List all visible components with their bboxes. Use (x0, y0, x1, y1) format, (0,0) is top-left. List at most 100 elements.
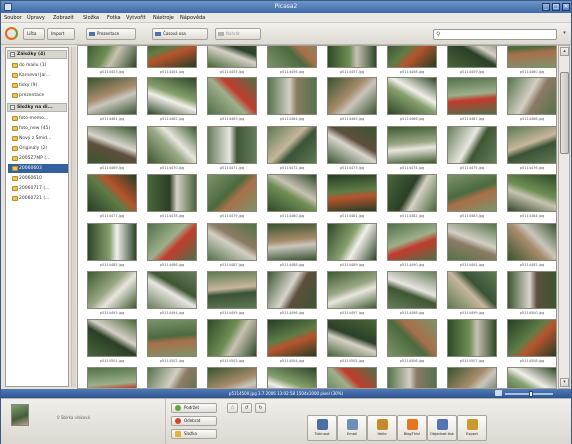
photo-thumbnail[interactable] (144, 367, 200, 388)
photo-image[interactable] (267, 77, 317, 115)
photo-image[interactable] (87, 77, 137, 115)
photo-image[interactable] (447, 174, 497, 212)
photo-thumbnail[interactable]: p5114502.jpg (144, 319, 200, 366)
photo-image[interactable] (447, 77, 497, 115)
photo-image[interactable] (207, 174, 257, 212)
photo-image[interactable] (267, 126, 317, 164)
photo-thumbnail[interactable]: p5114464.jpg (264, 77, 320, 124)
photo-thumbnail[interactable]: p5114500.jpg (504, 271, 556, 318)
photo-thumbnail[interactable]: p5114503.jpg (204, 319, 260, 366)
photo-thumbnail[interactable]: p5114493.jpg (84, 271, 140, 318)
photo-thumbnail[interactable]: p5114456.jpg (264, 46, 320, 77)
photo-thumbnail[interactable]: p5114470.jpg (144, 126, 200, 173)
blogger-button[interactable]: BlogThis! (397, 415, 427, 441)
photo-thumbnail[interactable]: p5114497.jpg (324, 271, 380, 318)
photo-image[interactable] (387, 367, 437, 388)
email-button[interactable]: Email (337, 415, 367, 441)
sidebar-toggle-button[interactable]: Lišta (23, 28, 45, 40)
photo-thumbnail[interactable]: p5114463.jpg (204, 77, 260, 124)
collapse-icon[interactable]: − (10, 52, 15, 57)
photo-thumbnail[interactable]: p5114505.jpg (324, 319, 380, 366)
photo-thumbnail[interactable]: p5114492.jpg (504, 223, 556, 270)
photo-thumbnail[interactable]: p5114507.jpg (444, 319, 500, 366)
close-button[interactable]: × (562, 3, 570, 11)
photo-image[interactable] (447, 319, 497, 357)
chat-button[interactable]: Hello (367, 415, 397, 441)
photo-image[interactable] (87, 126, 137, 164)
photo-thumbnail[interactable]: p5114460.jpg (504, 46, 556, 77)
hold-button[interactable]: Podržet (171, 403, 217, 413)
photo-thumbnail[interactable]: p5114471.jpg (204, 126, 260, 173)
photo-image[interactable] (447, 271, 497, 309)
photo-image[interactable] (507, 174, 556, 212)
photo-thumbnail[interactable]: p5114491.jpg (444, 223, 500, 270)
photo-image[interactable] (327, 367, 377, 388)
photo-image[interactable] (147, 46, 197, 68)
tray-thumbnail[interactable] (11, 404, 29, 426)
sidebar-folder-item[interactable]: 20060603 (8, 164, 68, 173)
photo-image[interactable] (507, 223, 556, 261)
photo-image[interactable] (267, 319, 317, 357)
sidebar-group-header[interactable]: − Záložky (4) (7, 50, 67, 59)
collapse-icon[interactable]: − (10, 105, 15, 110)
photo-thumbnail[interactable]: p5114490.jpg (384, 223, 440, 270)
photo-thumbnail[interactable]: p5114488.jpg (264, 223, 320, 270)
photo-image[interactable] (387, 46, 437, 68)
menu-file[interactable]: Soubor (4, 15, 22, 21)
photo-thumbnail[interactable]: p5114465.jpg (324, 77, 380, 124)
photo-thumbnail[interactable]: p5114484.jpg (504, 174, 556, 221)
photo-image[interactable] (327, 271, 377, 309)
photo-image[interactable] (207, 271, 257, 309)
photo-thumbnail[interactable]: p5114473.jpg (324, 126, 380, 173)
photo-image[interactable] (147, 367, 197, 388)
photo-image[interactable] (387, 77, 437, 115)
photo-thumbnail[interactable]: p5114486.jpg (144, 223, 200, 270)
photo-image[interactable] (207, 126, 257, 164)
star-button[interactable]: ☆ (227, 403, 238, 413)
photo-thumbnail[interactable]: p5114504.jpg (264, 319, 320, 366)
folder-button[interactable]: Složka (171, 429, 217, 439)
photo-image[interactable] (327, 46, 377, 68)
minimize-button[interactable]: _ (542, 3, 550, 11)
photo-image[interactable] (207, 319, 257, 357)
photo-thumbnail[interactable] (324, 367, 380, 388)
sidebar-splitter[interactable] (71, 47, 76, 387)
photo-image[interactable] (87, 46, 137, 68)
photo-thumbnail[interactable]: p5114506.jpg (384, 319, 440, 366)
photo-image[interactable] (387, 223, 437, 261)
photo-thumbnail[interactable]: p5114459.jpg (444, 46, 500, 77)
photo-thumbnail[interactable]: p5114481.jpg (324, 174, 380, 221)
photo-thumbnail[interactable]: p5114476.jpg (504, 126, 556, 173)
photo-image[interactable] (387, 271, 437, 309)
sidebar-folder-item[interactable]: foto-memo... (8, 114, 68, 123)
photo-thumbnail[interactable]: p5114487.jpg (204, 223, 260, 270)
photo-image[interactable] (87, 223, 137, 261)
sidebar-folder-item[interactable]: Karneval Jar... (8, 71, 68, 80)
photo-image[interactable] (387, 174, 437, 212)
photo-thumbnail[interactable]: p5114501.jpg (84, 319, 140, 366)
menu-photo[interactable]: Fotka (107, 15, 121, 21)
printer-button[interactable]: Tisknout (307, 415, 337, 441)
sidebar-folder-item[interactable]: foto_new (45) (8, 124, 68, 133)
zoom-slider[interactable] (495, 390, 555, 397)
photo-thumbnail[interactable]: p5114478.jpg (144, 174, 200, 221)
photo-thumbnail[interactable]: p5114499.jpg (444, 271, 500, 318)
menu-tools[interactable]: Nástroje (153, 15, 174, 21)
search-options-icon[interactable]: ▾ (561, 30, 568, 38)
photo-thumbnail[interactable]: p5114494.jpg (144, 271, 200, 318)
photo-image[interactable] (207, 367, 257, 388)
photo-image[interactable] (207, 77, 257, 115)
photo-image[interactable] (327, 174, 377, 212)
order-prints-button[interactable]: Objednat tisk (427, 415, 457, 441)
photo-image[interactable] (147, 77, 197, 115)
photo-image[interactable] (207, 46, 257, 68)
sidebar-folder-item[interactable]: tisky (9) (8, 81, 68, 90)
photo-image[interactable] (267, 367, 317, 388)
photo-image[interactable] (87, 271, 137, 309)
photo-image[interactable] (507, 46, 556, 68)
photo-thumbnail[interactable]: p5114466.jpg (384, 77, 440, 124)
search-input[interactable] (444, 30, 554, 39)
sidebar-folder-item[interactable]: 2005Z7MP (... (8, 154, 68, 163)
sidebar-folder-item[interactable]: prezentace (8, 91, 68, 100)
photo-thumbnail[interactable]: p5114472.jpg (264, 126, 320, 173)
